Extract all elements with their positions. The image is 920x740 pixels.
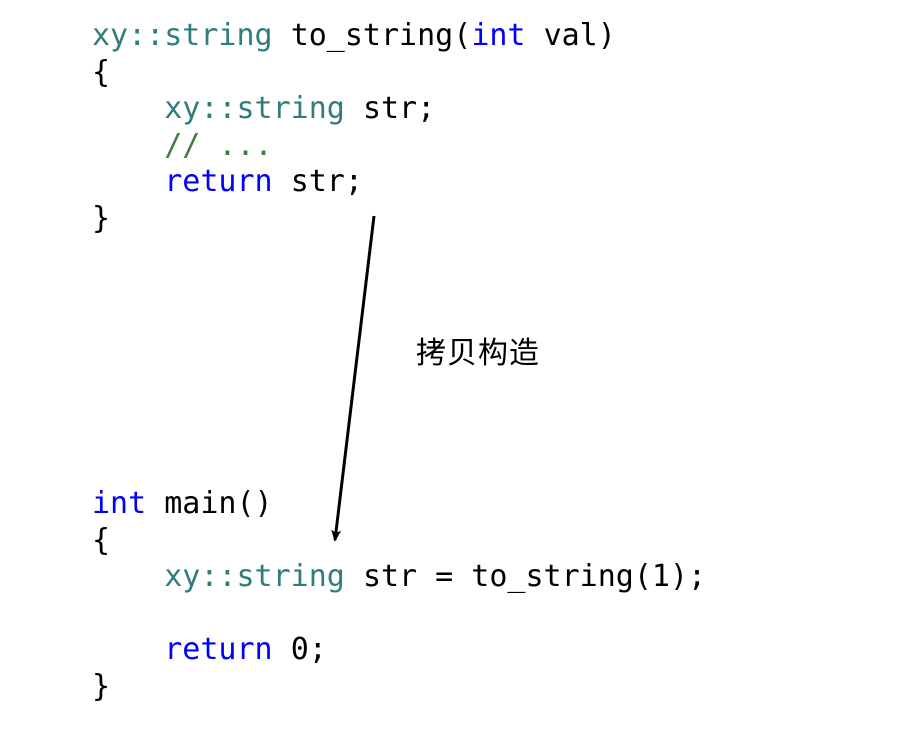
code-block-to-string: xy::string to_string(int val) { xy::stri… [92,18,616,238]
diagram-canvas: xy::string to_string(int val) { xy::stri… [0,0,920,740]
annotation-copy-construct: 拷贝构造 [416,332,540,369]
code-block-main: int main() { xy::string str = to_string(… [92,486,706,706]
